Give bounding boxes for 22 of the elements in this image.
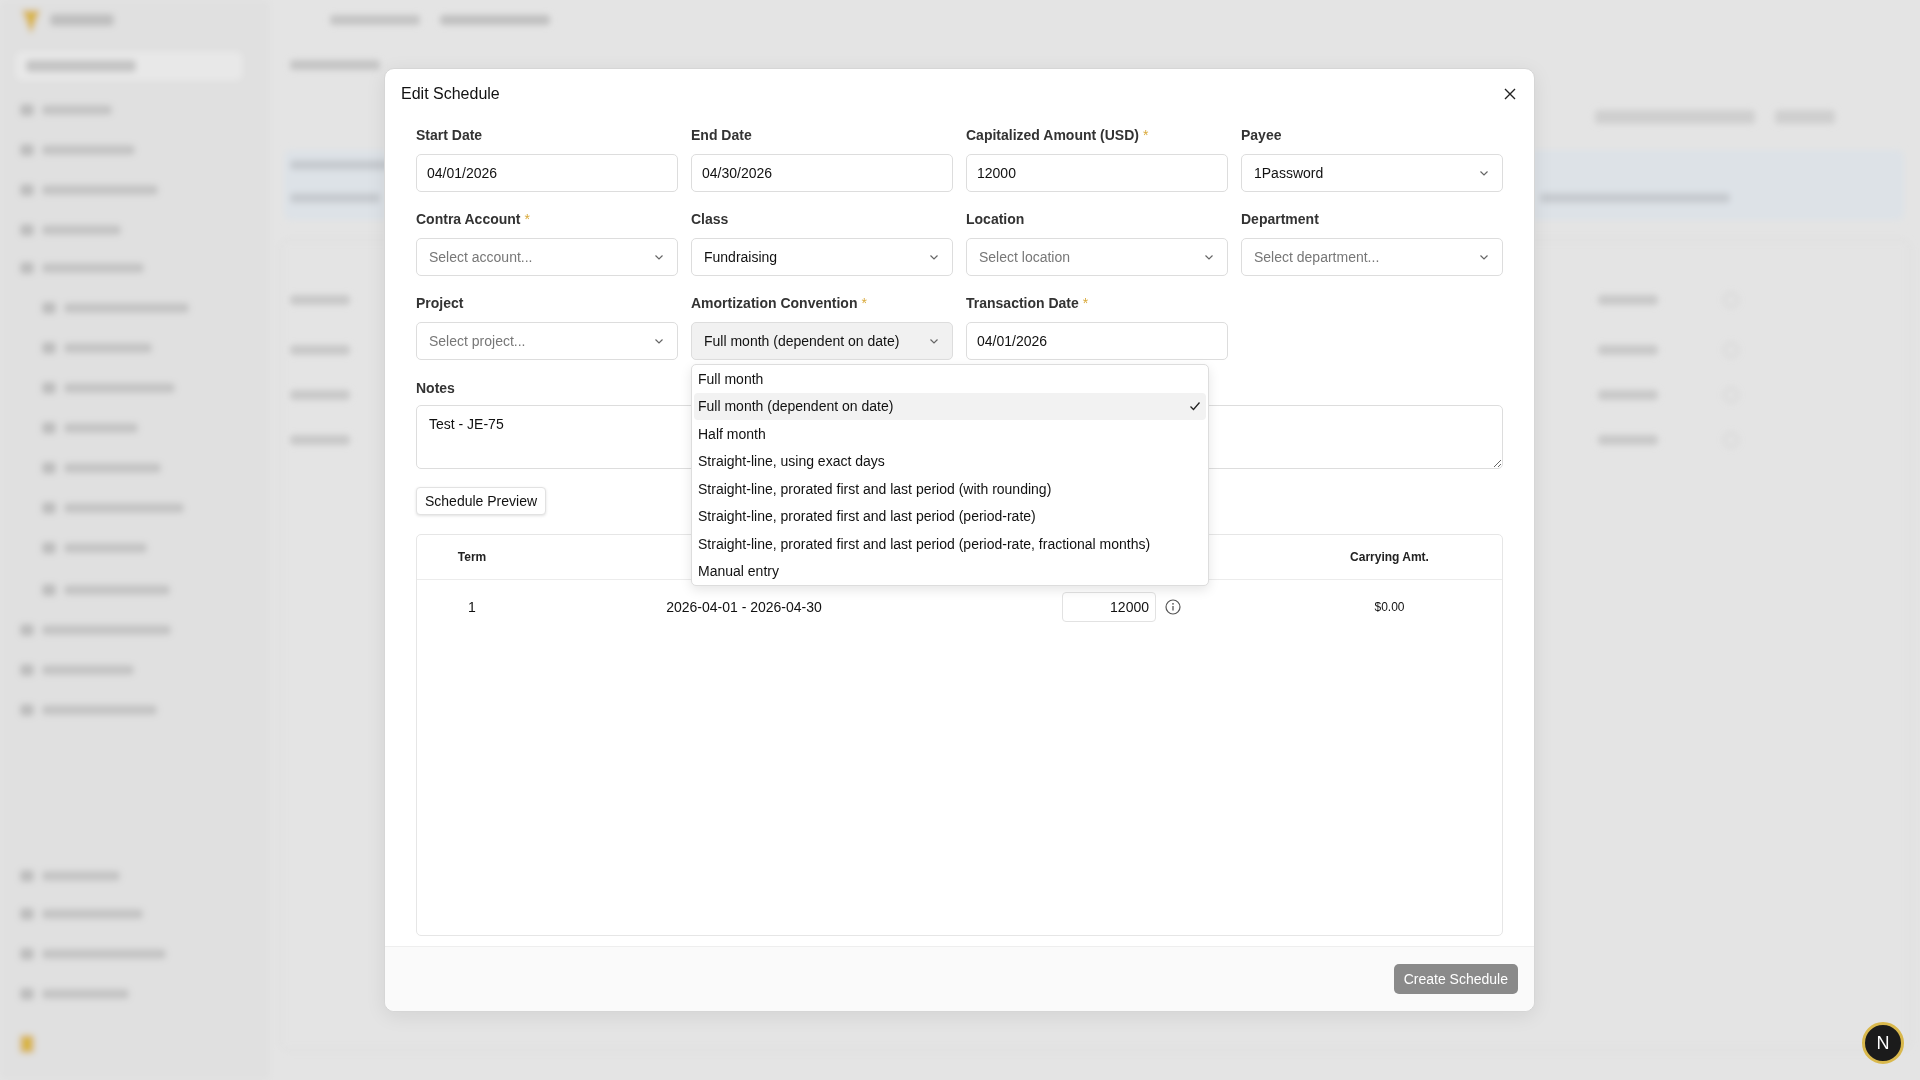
required-mark: *	[524, 211, 530, 227]
column-header: Term	[457, 550, 487, 564]
field-label: Capitalized Amount (USD)	[966, 127, 1139, 143]
table-cell: 2026-04-01 - 2026-04-30	[666, 599, 822, 615]
field-label: Payee	[1241, 127, 1282, 143]
field-label: Contra Account	[416, 211, 521, 227]
field-label: Transaction Date	[966, 295, 1079, 311]
column-header: Carrying Amt.	[1350, 550, 1429, 564]
field-label: Department	[1241, 211, 1319, 227]
required-mark: *	[1082, 295, 1089, 311]
required-mark: *	[861, 295, 867, 311]
required-mark: *	[1142, 127, 1149, 143]
field-label: Project	[416, 295, 464, 311]
field-label: Location	[966, 211, 1025, 227]
dialog-title: Edit Schedule	[401, 85, 500, 103]
field-label: Amortization Convention	[691, 295, 858, 311]
field-label: Notes	[416, 380, 455, 396]
field-label: Start Date	[416, 127, 483, 143]
table-cell: 1	[468, 599, 476, 615]
table-cell: $0.00	[1374, 600, 1405, 614]
field-label: End Date	[691, 127, 752, 143]
field-label: Class	[691, 211, 729, 227]
